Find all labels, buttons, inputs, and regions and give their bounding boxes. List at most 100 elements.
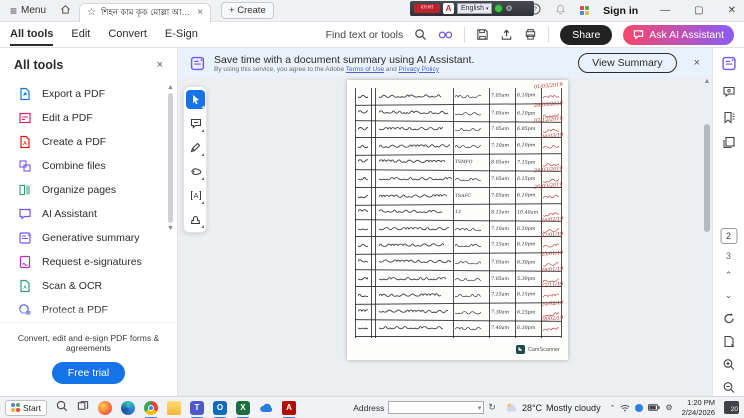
notification-center-icon[interactable]: 20 <box>724 401 739 414</box>
tab-all-tools[interactable]: All tools <box>10 23 53 46</box>
task-view-icon[interactable] <box>77 399 89 417</box>
register-row: 7.05am6.05pm02/12/2019 <box>355 121 561 138</box>
acrobat-icon[interactable]: A <box>282 401 296 415</box>
sidebar-item-request-esignatures[interactable]: Request e-signatures <box>0 250 177 274</box>
file-explorer-icon[interactable] <box>167 401 181 415</box>
free-trial-button[interactable]: Free trial <box>52 362 125 384</box>
window-close-button[interactable]: ✕ <box>728 5 736 16</box>
firefox-icon[interactable] <box>98 401 112 415</box>
taskbar-search-icon[interactable] <box>56 399 68 417</box>
tab-edit[interactable]: Edit <box>71 23 90 46</box>
request-esignatures-icon <box>18 255 32 269</box>
ai-assistant-rail-icon[interactable] <box>721 56 736 71</box>
onedrive-icon[interactable] <box>259 401 273 415</box>
sidebar-item-scan-ocr[interactable]: A Scan & OCR <box>0 274 177 298</box>
page-number-input[interactable]: 2 <box>720 228 737 244</box>
svg-text:A: A <box>193 193 198 200</box>
chrome-icon[interactable] <box>144 401 158 415</box>
stamp-tool[interactable] <box>186 210 205 229</box>
teams-icon[interactable]: T <box>190 401 204 415</box>
address-label: Address <box>353 403 384 413</box>
bookmarks-panel-icon[interactable] <box>722 111 735 124</box>
ask-ai-assistant-button[interactable]: Ask AI Assistant <box>623 25 734 45</box>
find-text-label[interactable]: Find text or tools <box>326 29 404 41</box>
liquid-mode-icon[interactable] <box>438 28 453 41</box>
start-button[interactable]: Start <box>5 400 47 416</box>
export-pdf-icon <box>18 87 32 101</box>
address-input[interactable]: ▾ <box>388 401 484 414</box>
scroll-thumb[interactable] <box>168 93 173 223</box>
register-row: 7.05am6.30pm25/01/19 <box>355 253 561 271</box>
highlight-tool[interactable] <box>186 162 205 181</box>
search-icon[interactable] <box>414 28 427 41</box>
sidebar-item-organize-pages[interactable]: Organize pages <box>0 178 177 202</box>
banner-close-icon[interactable]: × <box>694 57 700 69</box>
battery-icon[interactable] <box>648 404 660 411</box>
ime-icon[interactable]: ⚙ <box>665 403 672 412</box>
notifications-bell-icon[interactable] <box>555 4 566 18</box>
menu-button[interactable]: ≡ Menu <box>6 3 50 19</box>
home-icon[interactable] <box>60 2 71 20</box>
draw-tool[interactable] <box>186 138 205 157</box>
weather-widget[interactable]: 28°C Mostly cloudy <box>505 402 601 413</box>
sidebar-item-export-pdf[interactable]: Export a PDF <box>0 82 177 106</box>
next-page-icon[interactable]: ⌄ <box>725 290 733 301</box>
zoom-out-icon[interactable] <box>722 381 735 394</box>
save-icon[interactable] <box>476 28 489 41</box>
sidebar-item-protect-pdf[interactable]: Protect a PDF <box>0 298 177 322</box>
upload-share-icon[interactable] <box>500 28 513 41</box>
print-icon[interactable] <box>524 28 537 41</box>
terms-of-use-link[interactable]: Terms of Use <box>346 66 384 73</box>
sign-in-button[interactable]: Sign in <box>603 5 638 17</box>
tab-title: শিহন কাম কৃক মোল্লা আর্তি... <box>101 6 192 20</box>
comments-panel-icon[interactable] <box>722 86 735 98</box>
comment-tool[interactable] <box>186 114 205 133</box>
wifi-icon[interactable] <box>620 404 630 412</box>
document-tab[interactable]: ☆ শিহন কাম কৃক মোল্লা আর্তি... × <box>79 3 211 22</box>
pdf-viewport[interactable]: A <box>178 78 712 396</box>
avro-logo-icon[interactable]: A <box>443 3 454 14</box>
scrollbar-up-icon[interactable]: ▲ <box>702 78 712 85</box>
select-tool[interactable] <box>186 90 205 109</box>
rotate-page-icon[interactable] <box>722 312 735 325</box>
sidebar-item-ai-assistant[interactable]: AI Assistant <box>0 202 177 226</box>
apps-grid-icon[interactable] <box>580 6 589 15</box>
add-text-tool[interactable]: A <box>186 186 205 205</box>
sidebar-item-generative-summary[interactable]: Generative summary <box>0 226 177 250</box>
panel-scrollbar[interactable]: ▲ ▼ <box>166 84 175 336</box>
create-tab-button[interactable]: + Create <box>221 2 274 19</box>
tab-convert[interactable]: Convert <box>108 23 147 46</box>
scroll-down-icon[interactable]: ▼ <box>166 225 175 232</box>
edge-icon[interactable] <box>121 401 135 415</box>
tray-expand-icon[interactable]: ⌃ <box>610 404 616 412</box>
page-thumbnails-icon[interactable] <box>722 136 735 149</box>
avro-bangla-badge[interactable]: বাংলা <box>414 4 440 13</box>
view-summary-button[interactable]: View Summary <box>578 53 676 73</box>
onedrive-tray-icon[interactable] <box>635 404 643 412</box>
avro-settings-icon[interactable]: ⚙ <box>505 4 512 13</box>
share-button[interactable]: Share <box>560 25 612 45</box>
address-go-icon[interactable]: ↻ <box>488 402 496 413</box>
avro-language-select[interactable]: English▾ <box>457 3 492 14</box>
outlook-icon[interactable]: O <box>213 401 227 415</box>
tab-esign[interactable]: E-Sign <box>165 23 198 46</box>
sidebar-item-edit-pdf[interactable]: Edit a PDF <box>0 106 177 130</box>
sidebar-item-combine-files[interactable]: Combine files <box>0 154 177 178</box>
page-display-options-icon[interactable] <box>723 335 735 348</box>
svg-text:A: A <box>23 285 27 291</box>
star-icon[interactable]: ☆ <box>87 7 96 18</box>
panel-close-icon[interactable]: × <box>157 59 163 71</box>
scrollbar-thumb[interactable] <box>704 124 710 232</box>
sidebar-item-create-pdf[interactable]: A Create a PDF <box>0 130 177 154</box>
document-scrollbar[interactable]: ▲ <box>702 78 712 396</box>
pdf-page[interactable]: 7.05am6.10pm01/03/20197.05am6.10pm28/03/… <box>347 80 568 360</box>
tab-close-icon[interactable]: × <box>197 7 203 18</box>
window-minimize-button[interactable]: — <box>660 5 670 16</box>
scroll-up-icon[interactable]: ▲ <box>166 84 175 91</box>
previous-page-icon[interactable]: ⌃ <box>725 270 733 281</box>
excel-icon[interactable]: X <box>236 401 250 415</box>
zoom-in-icon[interactable] <box>722 358 735 371</box>
window-maximize-button[interactable]: ▢ <box>694 5 703 16</box>
clock-widget[interactable]: 1:20 PM 2/24/2026 <box>682 398 715 417</box>
privacy-policy-link[interactable]: Privacy Policy <box>399 66 439 73</box>
